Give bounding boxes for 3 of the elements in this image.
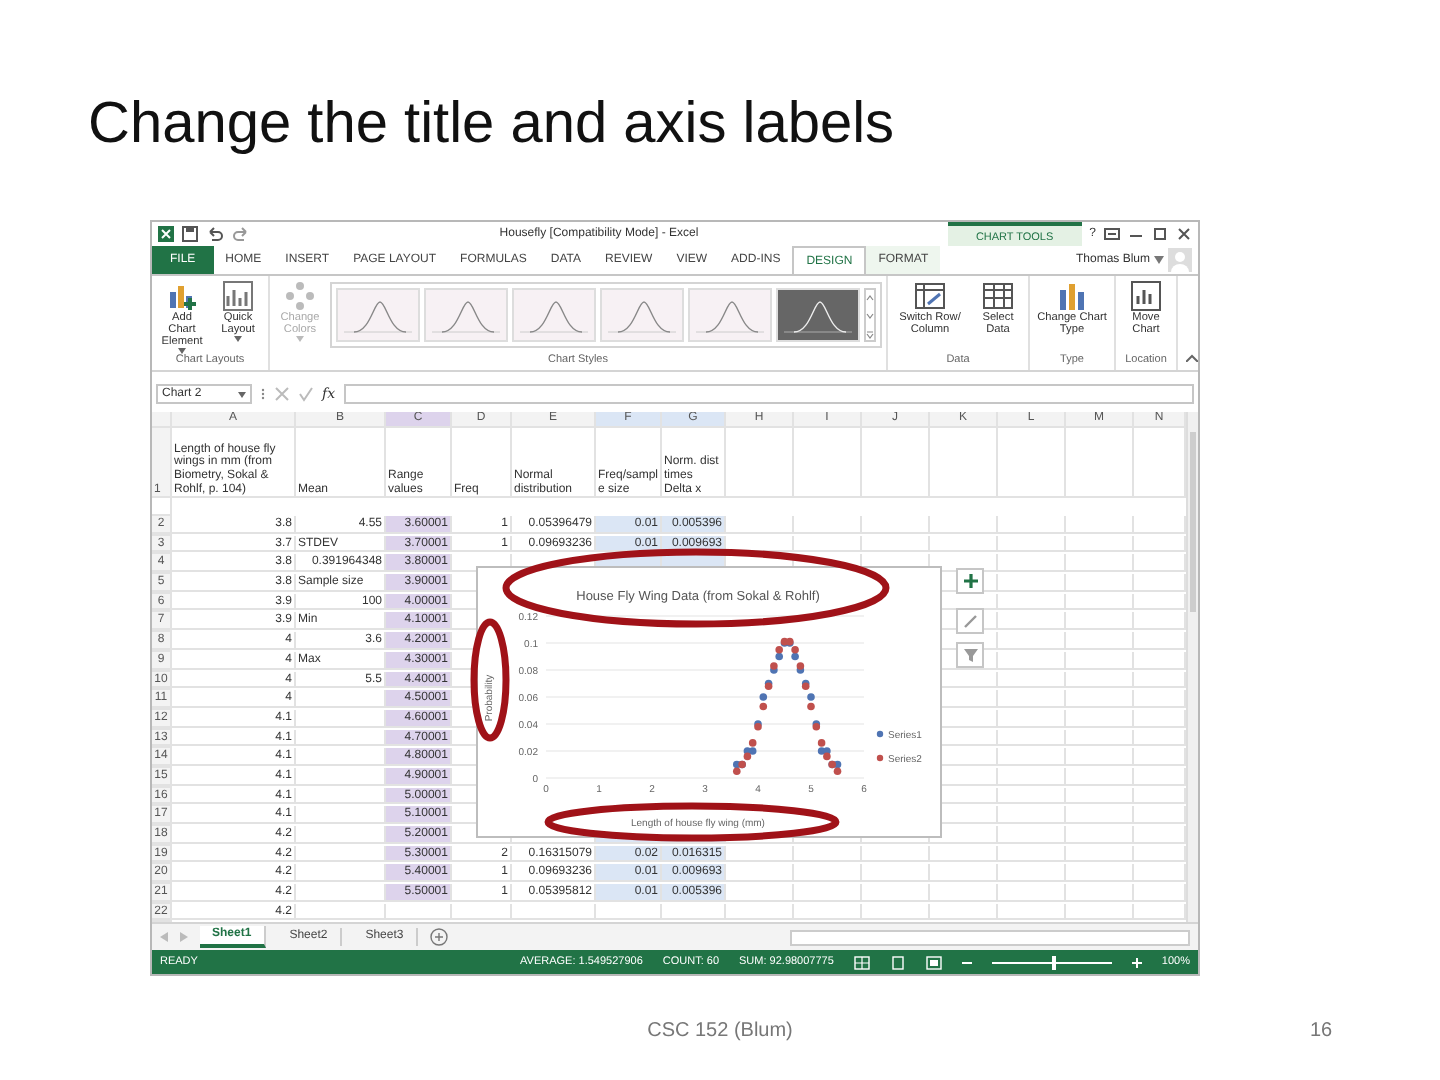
slide-number: 16 [1310, 1018, 1333, 1046]
slide-footer: CSC 152 (Blum) [640, 1016, 800, 1046]
slide-title: Change the title and axis labels [86, 90, 897, 160]
